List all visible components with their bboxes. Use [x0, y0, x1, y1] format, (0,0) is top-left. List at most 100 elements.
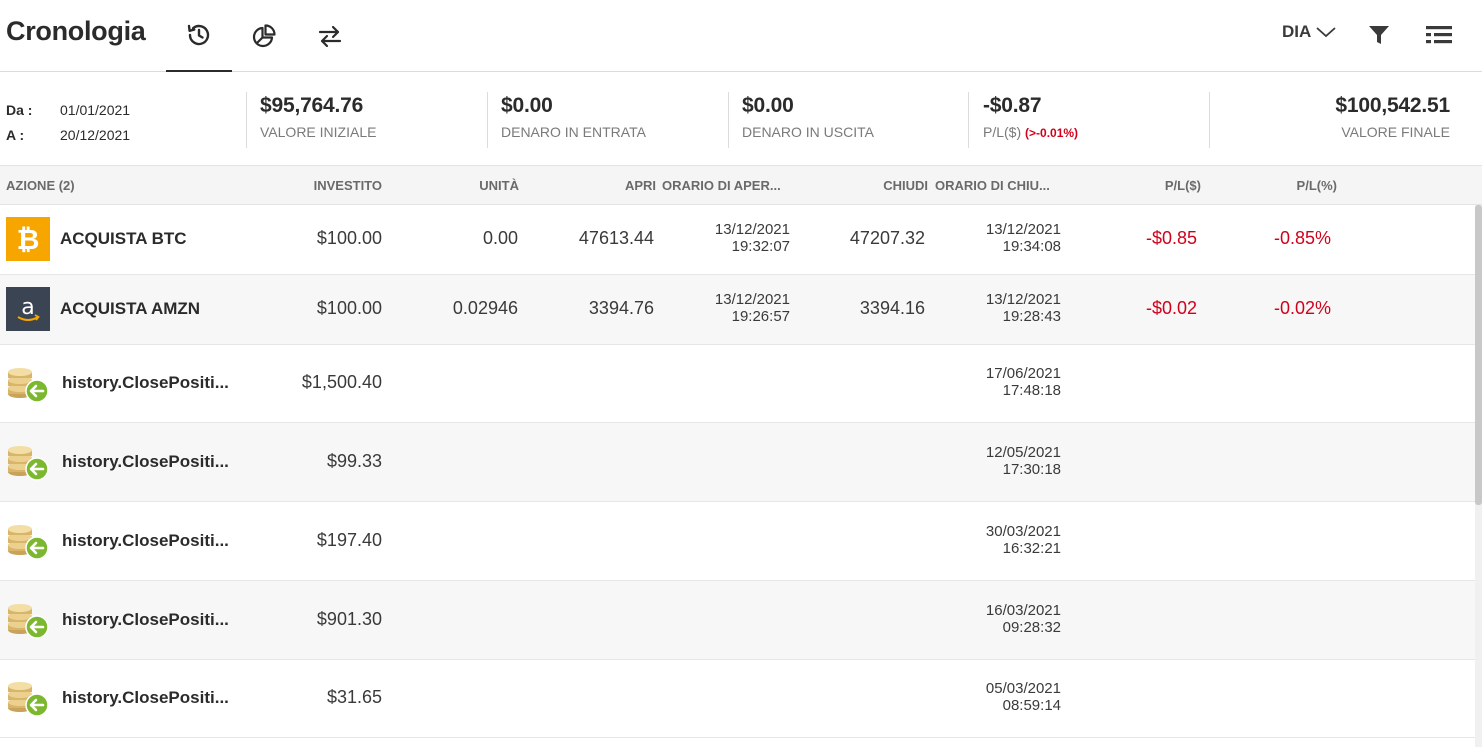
pl-pct: -0.85% — [1273, 228, 1331, 248]
list-icon — [1426, 26, 1452, 44]
close-date: 13/12/2021 — [985, 221, 1061, 238]
close-time: 17:48:18 — [1002, 382, 1061, 399]
amount: $99.33 — [326, 451, 382, 471]
close-date: 30/03/2021 — [985, 523, 1061, 540]
bitcoin-icon: ₿ — [17, 223, 40, 255]
table-row[interactable]: ₿ ACQUISTA BTC $100.00 0.00 47613.44 13/… — [0, 205, 1475, 275]
money-in-label: DENARO IN ENTRATA — [501, 124, 646, 140]
to-label: A : — [6, 127, 25, 143]
amount: $901.30 — [316, 609, 382, 629]
table-row[interactable]: history.ClosePositi... $1,500.40 17/06/2… — [0, 345, 1475, 423]
history-icon — [187, 24, 210, 46]
tab-transfers[interactable] — [297, 0, 363, 72]
money-out-box: $0.00 DENARO IN USCITA — [742, 94, 874, 140]
col-units[interactable]: UNITÀ — [479, 178, 519, 193]
pl-label-row: P/L($) (>-0.01%) — [983, 124, 1078, 140]
col-pl-usd[interactable]: P/L($) — [1165, 178, 1201, 193]
close-position-logo — [6, 598, 50, 642]
pl-usd: -$0.02 — [1145, 298, 1197, 318]
final-value-label: VALORE FINALE — [1341, 124, 1450, 140]
amount: $1,500.40 — [301, 372, 382, 392]
close-datetime: 17/06/2021 17:48:18 — [986, 365, 1061, 399]
col-invested[interactable]: INVESTITO — [314, 178, 382, 193]
amount: $31.65 — [326, 687, 382, 707]
close-time: 19:34:08 — [1002, 238, 1061, 255]
close-position-logo — [6, 676, 50, 720]
open-price: 3394.76 — [588, 298, 654, 318]
coins-return-icon — [8, 682, 49, 717]
period-label: DIA — [1282, 22, 1312, 41]
chevron-down-icon — [1316, 27, 1336, 38]
col-close-time[interactable]: ORARIO DI CHIU... — [935, 178, 1050, 193]
svg-text:a: a — [21, 295, 34, 320]
col-pl-pct[interactable]: P/L(%) — [1297, 178, 1337, 193]
open-time: 19:32:07 — [731, 238, 790, 255]
close-datetime: 05/03/2021 08:59:14 — [986, 680, 1061, 714]
transfer-label: history.ClosePositi... — [62, 373, 229, 392]
pl-value: -$0.87 — [983, 94, 1042, 117]
svg-text:₿: ₿ — [17, 223, 40, 255]
scrollbar-thumb[interactable] — [1475, 205, 1482, 505]
invested: $100.00 — [316, 228, 382, 248]
initial-value-box: $95,764.76 VALORE INIZIALE — [260, 94, 376, 140]
col-close[interactable]: CHIUDI — [883, 178, 928, 193]
invested: $100.00 — [316, 298, 382, 318]
table-row[interactable]: history.ClosePositi... $31.65 05/03/2021… — [0, 660, 1475, 738]
col-open[interactable]: APRI — [625, 178, 656, 193]
close-price: 47207.32 — [849, 228, 925, 248]
pl-pct: -0.02% — [1273, 298, 1331, 318]
close-time: 17:30:18 — [1002, 461, 1061, 478]
transfer-label: history.ClosePositi... — [62, 531, 229, 550]
filter-button[interactable] — [1364, 20, 1394, 50]
close-datetime: 30/03/2021 16:32:21 — [986, 523, 1061, 557]
summary-bar: Da : 01/01/2021 A : 20/12/2021 $95,764.76 … — [0, 72, 1482, 166]
period-dropdown[interactable]: DIA — [1282, 22, 1337, 42]
pl-label: P/L($) — [983, 124, 1022, 140]
list-view-button[interactable] — [1424, 20, 1454, 50]
filter-icon — [1369, 26, 1389, 44]
close-time: 19:28:43 — [1002, 308, 1061, 325]
pl-usd: -$0.85 — [1145, 228, 1197, 248]
money-in-value: $0.00 — [501, 94, 553, 117]
pl-percent: (>-0.01%) — [1025, 126, 1079, 140]
divider — [728, 92, 729, 148]
close-time: 16:32:21 — [1002, 540, 1061, 557]
close-position-logo — [6, 440, 50, 484]
money-out-label: DENARO IN USCITA — [742, 124, 874, 140]
asset-name: ACQUISTA AMZN — [60, 299, 201, 318]
close-date: 13/12/2021 — [985, 291, 1061, 308]
transfer-label: history.ClosePositi... — [62, 610, 229, 629]
close-date: 17/06/2021 — [985, 365, 1061, 382]
open-time: 19:26:57 — [731, 308, 790, 325]
table-row[interactable]: history.ClosePositi... $901.30 16/03/202… — [0, 581, 1475, 660]
coins-return-icon — [8, 604, 49, 639]
open-date: 13/12/2021 — [714, 221, 790, 238]
close-date: 05/03/2021 — [985, 680, 1061, 697]
to-date: 20/12/2021 — [60, 127, 131, 143]
table-row[interactable]: history.ClosePositi... $197.40 30/03/202… — [0, 502, 1475, 581]
money-out-value: $0.00 — [742, 94, 794, 117]
table-row[interactable]: history.ClosePositi... $99.33 12/05/2021… — [0, 423, 1475, 502]
page-title: Cronologia — [6, 16, 146, 46]
close-date: 16/03/2021 — [985, 602, 1061, 619]
table-row[interactable]: a ACQUISTA AMZN $100.00 0.02946 3394.76 … — [0, 275, 1475, 345]
transfer-icon — [318, 25, 342, 48]
col-open-time[interactable]: ORARIO DI APER... — [662, 178, 781, 193]
close-time: 08:59:14 — [1002, 697, 1061, 714]
open-datetime: 13/12/2021 19:32:07 — [715, 221, 790, 255]
bitcoin-logo: ₿ — [6, 217, 50, 261]
amount: $197.40 — [316, 530, 382, 550]
transfer-label: history.ClosePositi... — [62, 688, 229, 707]
close-price: 3394.16 — [859, 298, 925, 318]
close-datetime: 13/12/2021 19:28:43 — [986, 291, 1061, 325]
divider — [1209, 92, 1210, 148]
tab-history[interactable] — [166, 0, 232, 72]
money-in-box: $0.00 DENARO IN ENTRATA — [501, 94, 646, 140]
close-position-logo — [6, 362, 50, 406]
asset-name: ACQUISTA BTC — [60, 229, 187, 248]
open-date: 13/12/2021 — [714, 291, 790, 308]
tab-portfolio[interactable] — [231, 0, 297, 72]
col-action[interactable]: AZIONE (2) — [6, 178, 75, 193]
pl-box: -$0.87 P/L($) (>-0.01%) — [983, 94, 1078, 140]
close-position-logo — [6, 519, 50, 563]
